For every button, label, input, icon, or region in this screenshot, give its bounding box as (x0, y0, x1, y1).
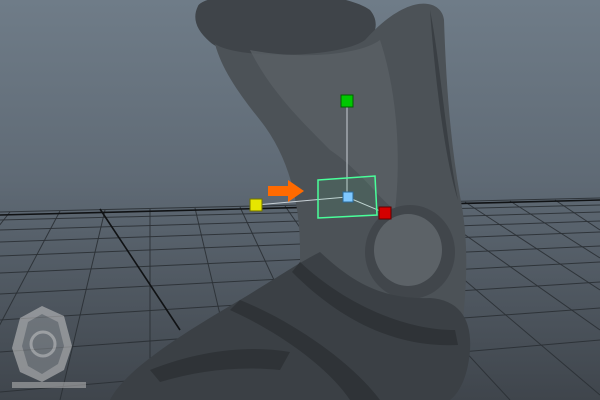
x-axis-handle[interactable] (378, 206, 392, 220)
center-handle[interactable] (342, 191, 354, 203)
viewport-scene[interactable] (0, 0, 600, 400)
z-axis-handle[interactable] (249, 198, 263, 212)
ankle-joint-inner[interactable] (374, 214, 442, 286)
y-axis-handle[interactable] (340, 94, 354, 108)
3d-viewport[interactable] (0, 0, 600, 400)
